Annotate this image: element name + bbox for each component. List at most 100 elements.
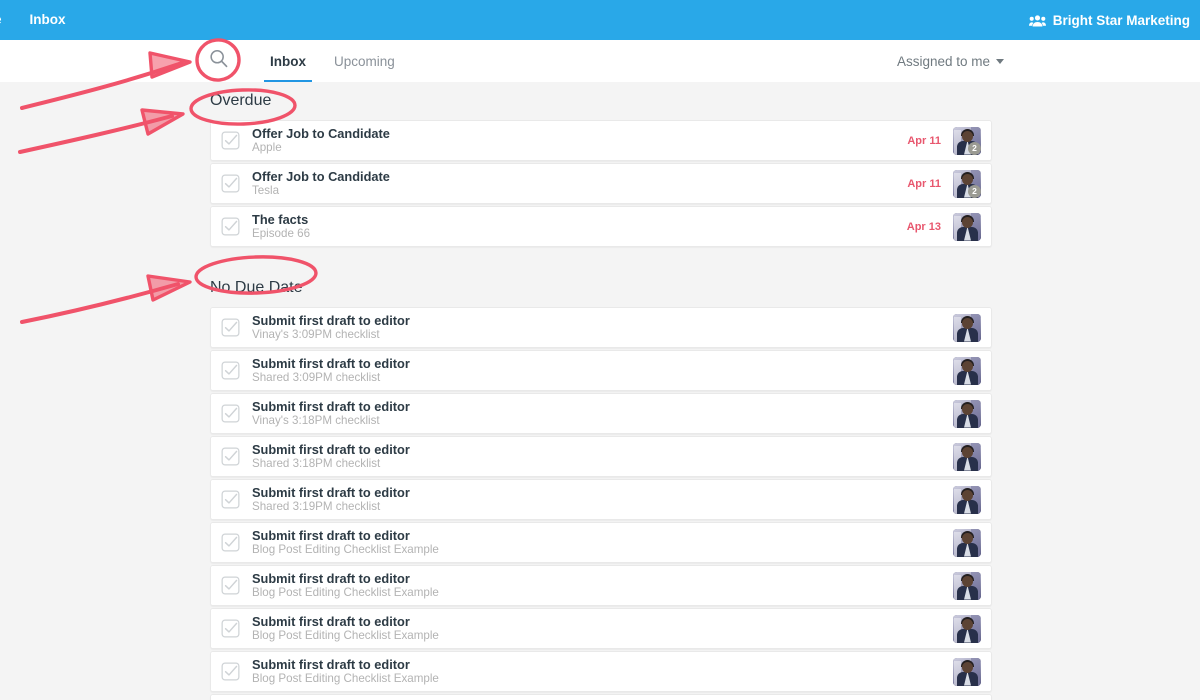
task-card[interactable]: Submit first draft to editorBlog Post Ed… [210, 522, 992, 563]
search-button[interactable] [206, 49, 230, 73]
task-row[interactable]: Submit first draft to editor Vinay's 3:09… [211, 308, 991, 347]
task-checkbox[interactable] [221, 174, 240, 193]
task-subtitle: Shared 3:18PM checklist [252, 457, 381, 470]
task-card[interactable]: Submit first draft to editorBlog Post Ed… [210, 651, 992, 692]
task-checkbox[interactable] [221, 318, 240, 337]
organization-switcher[interactable]: Bright Star Marketing [1028, 0, 1190, 40]
assignee-avatar[interactable] [953, 212, 981, 241]
assignee-avatar[interactable] [953, 313, 981, 342]
task-card[interactable]: Offer Job to Candidate Apple Apr 11 2 [210, 120, 992, 161]
search-icon [208, 48, 229, 74]
assignee-avatar[interactable] [953, 399, 981, 428]
task-subtitle: Apple [252, 141, 282, 154]
task-text: Submit first draft to editor Vinay's 3:09… [252, 313, 953, 342]
avatar-photo-person [962, 446, 973, 458]
task-text: The facts Episode 66 [252, 212, 907, 241]
task-checkbox[interactable] [221, 490, 240, 509]
task-checkbox[interactable] [221, 533, 240, 552]
section-heading: No Due Date [210, 279, 303, 296]
task-subtitle: Shared 3:09PM checklist [252, 371, 381, 384]
task-card[interactable]: Submit first draft to editorBlog Post Ed… [210, 608, 992, 649]
task-title: Submit first draft to editor [252, 313, 410, 328]
task-card[interactable]: Offer Job to Candidate Tesla Apr 11 2 [210, 163, 992, 204]
assignee-avatar[interactable] [953, 571, 981, 600]
task-row[interactable]: Submit first draft to editor Vinay's 3:18… [211, 394, 991, 433]
task-checkbox[interactable] [221, 404, 240, 423]
assignee-avatar[interactable] [953, 657, 981, 686]
task-row[interactable]: Submit first draft to editor Shared 3:18P… [211, 437, 991, 476]
task-checkbox[interactable] [221, 361, 240, 380]
task-row[interactable]: Submit first draft to editorBlog Post Ed… [211, 652, 991, 691]
task-subtitle: Blog Post Editing Checklist Example [252, 629, 439, 642]
task-row[interactable]: Submit first draft to editorBlog Post Ed… [211, 695, 991, 700]
topnav-home[interactable]: me [0, 0, 16, 40]
task-card[interactable]: Submit first draft to editor Vinay's 3:18… [210, 393, 992, 434]
task-card[interactable]: Submit first draft to editorBlog Post Ed… [210, 694, 992, 700]
tab-inbox[interactable]: Inbox [256, 40, 320, 82]
task-subtitle: Blog Post Editing Checklist Example [252, 672, 439, 685]
task-row[interactable]: Submit first draft to editorBlog Post Ed… [211, 609, 991, 648]
task-sections: Overdue Offer Job to Candidate Apple Apr 11… [0, 82, 1200, 700]
task-row[interactable]: Submit first draft to editor Shared 3:09P… [211, 351, 991, 390]
task-subtitle: Tesla [252, 184, 280, 197]
task-card[interactable]: Submit first draft to editor Shared 3:09P… [210, 350, 992, 391]
task-card[interactable]: Submit first draft to editor Vinay's 3:09… [210, 307, 992, 348]
task-row[interactable]: Offer Job to Candidate Tesla Apr 11 2 [211, 164, 991, 203]
task-checkbox[interactable] [221, 217, 240, 236]
avatar-photo-person [962, 360, 973, 372]
avatar-photo-person [962, 532, 973, 544]
task-title: Submit first draft to editor [252, 657, 410, 672]
assignee-avatar[interactable]: 2 [953, 126, 981, 155]
assignee-avatar[interactable]: 2 [953, 169, 981, 198]
assignee-avatar[interactable] [953, 614, 981, 643]
section-heading: Overdue [210, 92, 272, 109]
task-text: Offer Job to Candidate Tesla [252, 169, 907, 198]
topnav-inbox[interactable]: Inbox [16, 0, 80, 40]
task-card[interactable]: Submit first draft to editorBlog Post Ed… [210, 565, 992, 606]
task-list-area[interactable]: Overdue Offer Job to Candidate Apple Apr 11… [0, 82, 1200, 700]
task-subtitle: Shared 3:19PM checklist [252, 500, 381, 513]
task-checkbox[interactable] [221, 662, 240, 681]
task-checkbox[interactable] [221, 619, 240, 638]
task-title: Submit first draft to editor [252, 442, 410, 457]
task-row[interactable]: Submit first draft to editor Shared 3:19P… [211, 480, 991, 519]
assignee-filter-label: Assigned to me [896, 53, 990, 69]
task-row[interactable]: Submit first draft to editorBlog Post Ed… [211, 566, 991, 605]
task-due-date: Apr 11 [907, 177, 941, 190]
task-text: Submit first draft to editor Blog Post Ed… [252, 571, 953, 600]
avatar-photo-person [962, 216, 973, 228]
task-title: Submit first draft to editor [252, 399, 410, 414]
task-text: Submit first draft to editor Blog Post Ed… [252, 657, 953, 686]
task-row[interactable]: Offer Job to Candidate Apple Apr 11 2 [211, 121, 991, 160]
task-checkbox[interactable] [221, 447, 240, 466]
task-subtitle: Blog Post Editing Checklist Example [252, 543, 439, 556]
assignee-avatar[interactable] [953, 485, 981, 514]
task-subtitle: Episode 66 [252, 227, 311, 240]
assignee-avatar[interactable] [953, 442, 981, 471]
task-card[interactable]: Submit first draft to editor Shared 3:19P… [210, 479, 992, 520]
task-subtitle: Blog Post Editing Checklist Example [252, 586, 439, 599]
task-checkbox[interactable] [221, 131, 240, 150]
task-card[interactable]: Submit first draft to editor Shared 3:18P… [210, 436, 992, 477]
top-navigation-bar: me Inbox Bright Star Marketing [0, 0, 1200, 40]
task-row[interactable]: Submit first draft to editorBlog Post Ed… [211, 523, 991, 562]
task-title: The facts [252, 212, 309, 227]
tab-upcoming[interactable]: Upcoming [320, 40, 409, 82]
task-text: Offer Job to Candidate Apple [252, 126, 907, 155]
sub-header-bar: Inbox Upcoming Assigned to me [0, 40, 1200, 83]
task-card[interactable]: The facts Episode 66 Apr 13 [210, 206, 992, 247]
task-text: Submit first draft to editor Shared 3:19P… [252, 485, 953, 514]
assignee-filter-dropdown[interactable]: Assigned to me [897, 40, 1004, 82]
task-title: Submit first draft to editor [252, 485, 410, 500]
assignee-avatar[interactable] [953, 356, 981, 385]
assignee-avatar[interactable] [953, 528, 981, 557]
task-text: Submit first draft to editor Blog Post Ed… [252, 528, 953, 557]
task-title: Submit first draft to editor [252, 528, 410, 543]
avatar-photo-person [962, 489, 973, 501]
task-due-date: Apr 13 [906, 220, 941, 233]
task-text: Submit first draft to editor Blog Post Ed… [252, 614, 953, 643]
task-title: Submit first draft to editor [252, 356, 410, 371]
task-row[interactable]: The facts Episode 66 Apr 13 [211, 207, 991, 246]
task-subtitle: Vinay's 3:18PM checklist [252, 414, 380, 427]
task-checkbox[interactable] [221, 576, 240, 595]
